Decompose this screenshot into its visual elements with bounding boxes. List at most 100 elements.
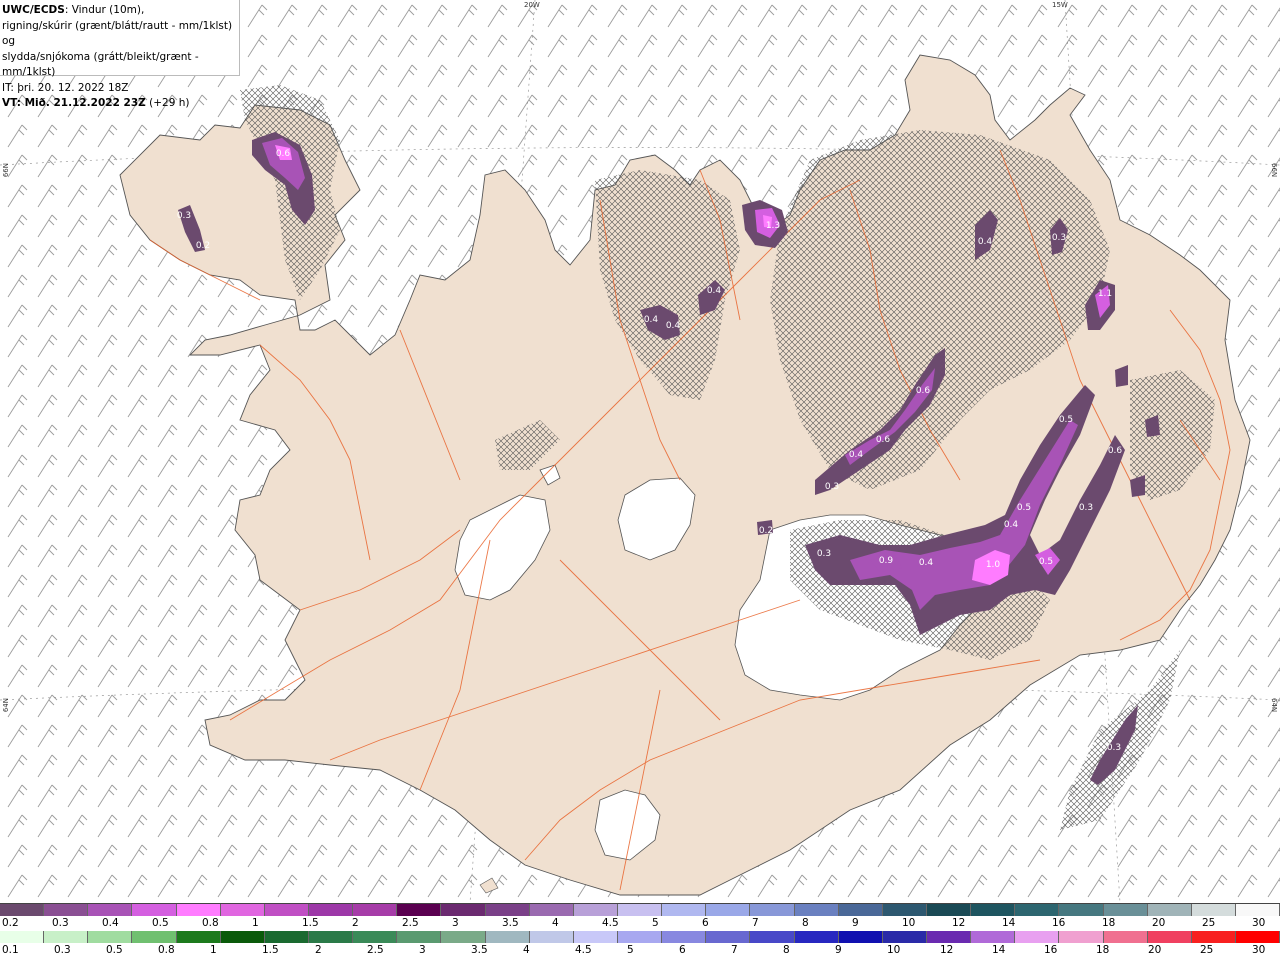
snow-legend-swatch xyxy=(441,904,486,916)
rain-legend-label: 12 xyxy=(940,944,954,956)
lat-label-66n-right: 66N xyxy=(1270,163,1278,178)
snow-legend-swatch xyxy=(706,904,751,916)
snow-legend-swatch xyxy=(926,904,972,916)
precip-label: 0.9 xyxy=(879,556,894,566)
description-2: rigning/skúrir (grænt/blátt/rautt - mm/1… xyxy=(2,19,233,48)
precip-label: 0.4 xyxy=(978,237,993,247)
rain-legend-label: 9 xyxy=(835,944,842,956)
snow-legend-label: 6 xyxy=(702,917,709,929)
rain-legend-swatch xyxy=(220,931,265,943)
snow-legend-label: 7 xyxy=(752,917,759,929)
rain-legend-swatch xyxy=(88,931,133,943)
rain-legend-label: 4.5 xyxy=(575,944,592,956)
snow-legend-swatch xyxy=(882,904,927,916)
map-canvas: 0.6 0.3 0.2 1.3 0.4 0.4 0.4 0.4 0.3 1.1 … xyxy=(0,0,1280,903)
snow-legend-swatch xyxy=(397,904,442,916)
snow-legend-label: 3.5 xyxy=(502,917,519,929)
snow-legend-label: 16 xyxy=(1052,917,1066,929)
rain-legend-swatch xyxy=(1103,931,1148,943)
rain-legend-swatch xyxy=(750,931,795,943)
lat-label-64n-left: 64N xyxy=(2,698,10,713)
snow-legend-swatch xyxy=(750,904,795,916)
rain-legend-label: 10 xyxy=(887,944,901,956)
snow-legend-swatch xyxy=(529,904,574,916)
forecast-map[interactable]: 0.6 0.3 0.2 1.3 0.4 0.4 0.4 0.4 0.3 1.1 … xyxy=(0,0,1280,903)
precip-label: 0.6 xyxy=(916,386,931,396)
precip-label: 0.6 xyxy=(1108,446,1123,456)
precip-label: 0.6 xyxy=(876,435,891,445)
rain-legend-swatch xyxy=(838,931,883,943)
rain-legend-label: 1.5 xyxy=(262,944,279,956)
snow-legend-label: 1 xyxy=(252,917,259,929)
lat-label-64n-right: 64N xyxy=(1270,698,1278,713)
lon-label-20w: 20W xyxy=(524,1,540,9)
snow-legend-label: 4.5 xyxy=(602,917,619,929)
lon-label-15w: 15W xyxy=(1052,1,1068,9)
info-line-1: UWC/ECDS: Vindur (10m), xyxy=(2,3,237,19)
snow-legend-swatch xyxy=(308,904,354,916)
rain-legend-label: 5 xyxy=(627,944,634,956)
precip-label: 0.2 xyxy=(196,241,210,251)
rain-legend-swatch xyxy=(44,931,89,943)
rain-legend-label: 8 xyxy=(783,944,790,956)
rain-legend-label: 0.3 xyxy=(54,944,71,956)
snow-legend-swatch xyxy=(573,904,618,916)
snow-legend-label: 8 xyxy=(802,917,809,929)
rain-legend-label: 0.1 xyxy=(2,944,19,956)
rain-legend-swatch xyxy=(132,931,177,943)
rain-legend-swatch xyxy=(353,931,398,943)
snow-legend-swatch xyxy=(838,904,883,916)
snow-legend-label: 0.8 xyxy=(202,917,219,929)
snow-legend-label: 9 xyxy=(852,917,859,929)
snow-legend-label: 2 xyxy=(352,917,359,929)
description-3: slydda/snjókoma (grátt/bleikt/grænt - mm… xyxy=(2,50,199,79)
rain-legend-swatch xyxy=(264,931,309,943)
snow-legend-swatch xyxy=(220,904,265,916)
snow-legend-label: 20 xyxy=(1152,917,1166,929)
rain-legend-swatch xyxy=(1191,931,1236,943)
rain-legend-label: 0.5 xyxy=(106,944,123,956)
rain-legend-swatch xyxy=(662,931,707,943)
snow-legend-swatch xyxy=(662,904,707,916)
forecast-offset: (+29 h) xyxy=(145,97,190,109)
snow-legend-labels: 0.2 0.3 0.4 0.5 0.8 1 1.5 2 2.5 3 3.5 4 4.5 5 6 7 8 9 10 12… xyxy=(0,916,1280,931)
rain-color-legend: 0.1 0.3 0.5 0.8 1 1.5 2 2.5 3 3.5 4 4.5 5 6 7 8 9 10 12 14 1… xyxy=(0,931,1280,960)
precip-label: 0.4 xyxy=(707,286,722,296)
rain-legend-label: 20 xyxy=(1148,944,1162,956)
snow-legend-swatch xyxy=(1147,904,1192,916)
precip-label: 0.3 xyxy=(1052,233,1066,243)
rain-legend-label: 1 xyxy=(210,944,217,956)
rain-legend-label: 4 xyxy=(523,944,530,956)
snow-legend-swatch xyxy=(264,904,309,916)
precip-label: 0.3 xyxy=(817,549,831,559)
snow-legend-label: 0.2 xyxy=(2,917,19,929)
rain-legend-label: 7 xyxy=(731,944,738,956)
rain-legend-swatch xyxy=(485,931,530,943)
precip-label: 1.1 xyxy=(1098,289,1112,299)
rain-legend-swatch xyxy=(882,931,927,943)
lat-label-66n-left: 66N xyxy=(2,163,10,178)
valid-time-line: VT: Mið. 21.12.2022 23Z (+29 h) xyxy=(2,96,237,112)
snow-legend-label: 3 xyxy=(452,917,459,929)
snow-legend-label: 2.5 xyxy=(402,917,419,929)
snow-legend-swatch xyxy=(0,904,45,916)
rain-legend-label: 30 xyxy=(1252,944,1266,956)
rain-legend-label: 2 xyxy=(315,944,322,956)
snow-legend-label: 4 xyxy=(552,917,559,929)
snow-legend-label: 18 xyxy=(1102,917,1116,929)
rain-legend-label: 14 xyxy=(992,944,1006,956)
rain-legend-colorbar xyxy=(0,931,1280,943)
rain-legend-swatch xyxy=(1059,931,1104,943)
precip-label: 0.4 xyxy=(666,321,681,331)
precip-label: 0.4 xyxy=(919,558,934,568)
snow-legend-swatch xyxy=(794,904,839,916)
snow-legend-swatch xyxy=(1235,904,1280,916)
rain-legend-swatch xyxy=(397,931,442,943)
precip-label: 0.5 xyxy=(1059,415,1073,425)
rain-legend-swatch xyxy=(1015,931,1060,943)
snow-legend-colorbar xyxy=(0,904,1280,916)
precip-label: 0.5 xyxy=(1039,557,1053,567)
snow-legend-label: 25 xyxy=(1202,917,1216,929)
rain-legend-label: 6 xyxy=(679,944,686,956)
rain-legend-label: 0.8 xyxy=(158,944,175,956)
